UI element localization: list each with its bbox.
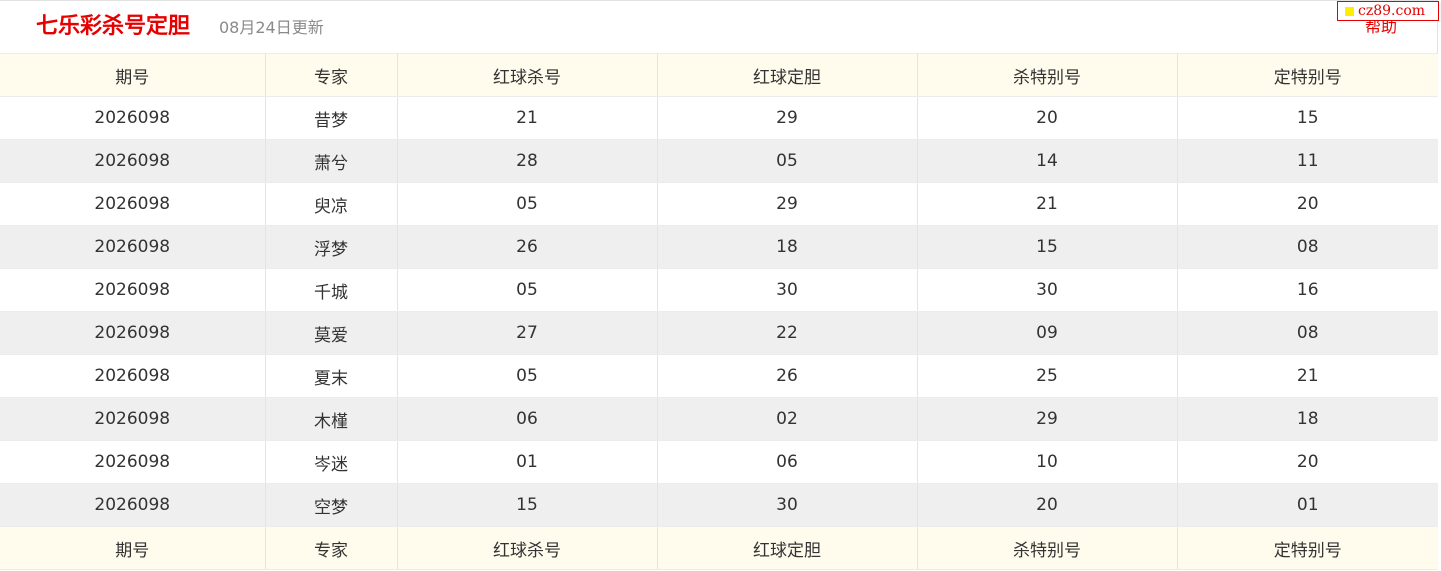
cell-expert: 萧兮 [265, 139, 398, 183]
cell-issue: 2026098 [0, 397, 266, 441]
column-header-special-fixed: 定特别号 [1177, 53, 1438, 97]
cell-red-fixed: 02 [657, 397, 918, 441]
cell-issue: 2026098 [0, 182, 266, 226]
cell-special-kill: 29 [917, 397, 1178, 441]
column-footer-issue: 期号 [0, 526, 266, 570]
cell-red-fixed: 05 [657, 139, 918, 183]
column-footer-red-kill: 红球杀号 [397, 526, 658, 570]
column-header-red-kill: 红球杀号 [397, 53, 658, 97]
cell-red-fixed: 30 [657, 483, 918, 527]
cell-special-fixed: 08 [1177, 225, 1438, 269]
cell-expert: 夏末 [265, 354, 398, 398]
cell-red-fixed: 18 [657, 225, 918, 269]
cell-special-kill: 14 [917, 139, 1178, 183]
cell-special-fixed: 21 [1177, 354, 1438, 398]
cell-red-fixed: 06 [657, 440, 918, 484]
page-title: 七乐彩杀号定胆 [36, 14, 191, 39]
prediction-table: 期号 专家 红球杀号 红球定胆 杀特别号 定特别号 2026098 昔梦 21 … [0, 53, 1438, 570]
cell-special-fixed: 08 [1177, 311, 1438, 355]
cell-expert: 昔梦 [265, 96, 398, 140]
cell-issue: 2026098 [0, 225, 266, 269]
cell-red-kill: 05 [397, 268, 658, 312]
cell-special-fixed: 11 [1177, 139, 1438, 183]
cell-special-fixed: 20 [1177, 440, 1438, 484]
cell-special-kill: 30 [917, 268, 1178, 312]
column-header-expert: 专家 [265, 53, 398, 97]
cell-issue: 2026098 [0, 311, 266, 355]
table-footer-row: 期号 专家 红球杀号 红球定胆 杀特别号 定特别号 [0, 526, 1438, 570]
cell-issue: 2026098 [0, 96, 266, 140]
column-header-special-kill: 杀特别号 [917, 53, 1178, 97]
cell-special-fixed: 18 [1177, 397, 1438, 441]
cell-expert: 臾凉 [265, 182, 398, 226]
cell-red-kill: 27 [397, 311, 658, 355]
column-footer-special-fixed: 定特别号 [1177, 526, 1438, 570]
cell-expert: 岑迷 [265, 440, 398, 484]
column-header-issue: 期号 [0, 53, 266, 97]
cell-issue: 2026098 [0, 440, 266, 484]
table-row: 2026098 夏末 05 26 25 21 [0, 354, 1438, 398]
cell-expert: 浮梦 [265, 225, 398, 269]
cell-special-fixed: 01 [1177, 483, 1438, 527]
table-row: 2026098 千城 05 30 30 16 [0, 268, 1438, 312]
page-header: 七乐彩杀号定胆 08月24日更新 帮助 [0, 0, 1438, 53]
cell-special-kill: 20 [917, 96, 1178, 140]
cell-red-kill: 28 [397, 139, 658, 183]
cell-red-kill: 26 [397, 225, 658, 269]
cell-issue: 2026098 [0, 268, 266, 312]
cell-special-kill: 09 [917, 311, 1178, 355]
cell-red-kill: 05 [397, 182, 658, 226]
cell-special-fixed: 15 [1177, 96, 1438, 140]
cell-expert: 木槿 [265, 397, 398, 441]
column-footer-special-kill: 杀特别号 [917, 526, 1178, 570]
cell-red-fixed: 29 [657, 182, 918, 226]
cell-red-kill: 01 [397, 440, 658, 484]
cell-issue: 2026098 [0, 354, 266, 398]
cell-red-kill: 06 [397, 397, 658, 441]
cell-special-kill: 15 [917, 225, 1178, 269]
column-header-red-fixed: 红球定胆 [657, 53, 918, 97]
site-badge-label: cz89.com [1358, 3, 1426, 19]
cell-red-kill: 05 [397, 354, 658, 398]
cell-red-fixed: 29 [657, 96, 918, 140]
cell-special-kill: 21 [917, 182, 1178, 226]
cell-red-fixed: 30 [657, 268, 918, 312]
table-row: 2026098 木槿 06 02 29 18 [0, 397, 1438, 441]
table-row: 2026098 岑迷 01 06 10 20 [0, 440, 1438, 484]
table-row: 2026098 臾凉 05 29 21 20 [0, 182, 1438, 226]
table-header-row: 期号 专家 红球杀号 红球定胆 杀特别号 定特别号 [0, 53, 1438, 97]
cell-issue: 2026098 [0, 139, 266, 183]
table-row: 2026098 空梦 15 30 20 01 [0, 483, 1438, 527]
cell-red-kill: 21 [397, 96, 658, 140]
cell-red-fixed: 26 [657, 354, 918, 398]
table-row: 2026098 萧兮 28 05 14 11 [0, 139, 1438, 183]
cell-special-fixed: 16 [1177, 268, 1438, 312]
cell-expert: 空梦 [265, 483, 398, 527]
cell-special-fixed: 20 [1177, 182, 1438, 226]
cell-special-kill: 10 [917, 440, 1178, 484]
cell-red-fixed: 22 [657, 311, 918, 355]
cell-issue: 2026098 [0, 483, 266, 527]
table-row: 2026098 莫爱 27 22 09 08 [0, 311, 1438, 355]
column-footer-red-fixed: 红球定胆 [657, 526, 918, 570]
cell-expert: 莫爱 [265, 311, 398, 355]
cell-expert: 千城 [265, 268, 398, 312]
site-badge[interactable]: cz89.com [1337, 1, 1439, 21]
update-date: 08月24日更新 [219, 18, 324, 37]
yellow-square-icon [1345, 6, 1354, 16]
cell-red-kill: 15 [397, 483, 658, 527]
table-row: 2026098 昔梦 21 29 20 15 [0, 96, 1438, 140]
cell-special-kill: 20 [917, 483, 1178, 527]
column-footer-expert: 专家 [265, 526, 398, 570]
table-row: 2026098 浮梦 26 18 15 08 [0, 225, 1438, 269]
cell-special-kill: 25 [917, 354, 1178, 398]
